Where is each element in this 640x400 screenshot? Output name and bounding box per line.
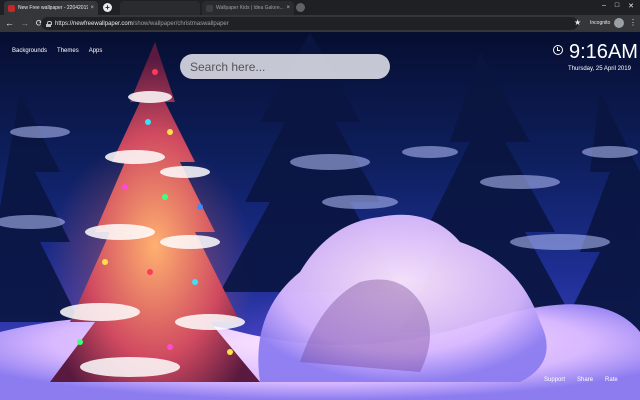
close-icon[interactable]: ✕ [628,2,634,10]
address-bar[interactable]: https://newfreewallpaper.com/show/wallpa… [41,17,578,30]
new-tab-page: Backgrounds Themes Apps 9:16AM Thursday,… [0,32,640,400]
favicon-icon [8,4,15,12]
alarm-clock-icon[interactable] [553,45,563,55]
maximize-icon[interactable]: □ [615,2,619,10]
search-input[interactable] [180,54,390,79]
favicon-icon [206,4,213,12]
tab-inactive[interactable]: Wallpaper Kids | Idea Galore... × [202,1,294,15]
footer-links: Support Share Rate [544,377,618,383]
lock-icon[interactable] [46,20,52,27]
bookmark-star-icon[interactable]: ★ [574,18,581,27]
top-nav: Backgrounds Themes Apps [12,48,102,54]
incognito-icon[interactable] [614,18,624,28]
back-icon[interactable]: ← [4,18,15,29]
tab-placeholder[interactable] [120,1,200,15]
nav-apps-link[interactable]: Apps [89,48,103,54]
url-path: /show/wallpaper/christmaswallpaper [132,20,229,27]
nav-themes-link[interactable]: Themes [57,48,79,54]
window-controls: – □ ✕ [602,2,634,10]
tab-close-icon[interactable]: × [90,5,94,11]
clock-hours-minutes: 9:16 [569,41,608,63]
clock-time: 9:16AM [569,42,638,62]
tab-close-icon[interactable]: × [286,5,290,11]
christmas-wallpaper [0,32,640,400]
nav-backgrounds-link[interactable]: Backgrounds [12,48,47,54]
minimize-icon[interactable]: – [602,2,606,10]
tab-active[interactable]: New Free wallpaper - 22042019... × [4,1,98,15]
clock-date: Thursday, 25 April 2019 [568,66,631,72]
incognito-label: Incognito [590,20,611,26]
new-tab-button[interactable]: + [103,3,112,12]
tab-strip: New Free wallpaper - 22042019... × + Wal… [0,0,640,15]
clock-ampm: AM [607,41,638,63]
tab-title: Wallpaper Kids | Idea Galore... [216,5,284,11]
share-link[interactable]: Share [577,377,593,383]
tab-title: New Free wallpaper - 22042019... [18,5,89,11]
rate-link[interactable]: Rate [605,377,618,383]
url-host: https://newfreewallpaper.com [55,20,133,27]
support-link[interactable]: Support [544,377,565,383]
browser-toolbar: ← → ⟳ https://newfreewallpaper.com/show/… [0,15,640,32]
forward-icon[interactable]: → [19,18,30,29]
tab-search-icon[interactable] [296,3,305,12]
menu-icon[interactable]: ⋮ [629,18,637,27]
